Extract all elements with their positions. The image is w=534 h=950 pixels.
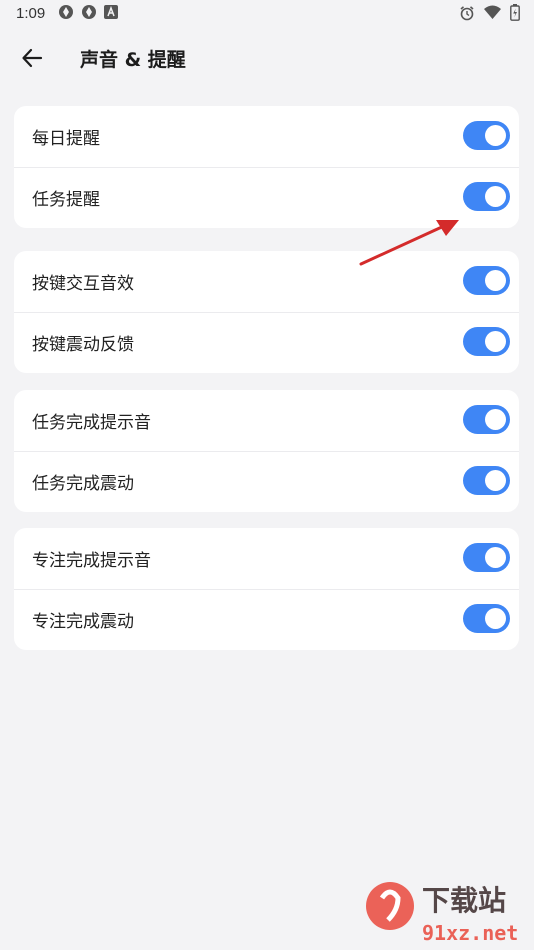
setting-label: 任务提醒	[32, 190, 100, 210]
back-button[interactable]	[16, 42, 48, 74]
setting-row-task-complete-sound[interactable]: 任务完成提示音	[14, 390, 519, 451]
setting-label: 专注完成震动	[32, 612, 134, 632]
toggle-knob	[485, 608, 506, 629]
setting-label: 每日提醒	[32, 129, 100, 149]
key-vibration-toggle[interactable]	[463, 327, 510, 356]
setting-row-focus-complete-vibration[interactable]: 专注完成震动	[14, 589, 519, 650]
app-header: 声音 & 提醒	[0, 28, 534, 90]
annotation-arrow	[359, 220, 459, 266]
setting-label: 任务完成提示音	[32, 413, 151, 433]
watermark-logo: 下载站 91xz.net	[366, 882, 518, 945]
setting-label: 专注完成提示音	[32, 551, 151, 571]
alarm-icon	[460, 5, 474, 20]
settings-group-reminders: 每日提醒 任务提醒	[14, 106, 519, 228]
task-reminder-toggle[interactable]	[463, 182, 510, 211]
page-title: 声音 & 提醒	[80, 49, 186, 71]
task-complete-sound-toggle[interactable]	[463, 405, 510, 434]
toggle-knob	[485, 547, 506, 568]
settings-group-task-complete: 任务完成提示音 任务完成震动	[14, 390, 519, 512]
battery-icon	[510, 4, 520, 21]
arrow-left-icon	[22, 48, 43, 68]
daily-reminder-toggle[interactable]	[463, 121, 510, 150]
setting-row-task-complete-vibration[interactable]: 任务完成震动	[14, 451, 519, 512]
toggle-knob	[485, 186, 506, 207]
setting-row-daily-reminder[interactable]: 每日提醒	[14, 106, 519, 167]
aperture-icon	[59, 5, 73, 19]
focus-complete-sound-toggle[interactable]	[463, 543, 510, 572]
aperture-icon	[82, 5, 96, 19]
settings-group-focus-complete: 专注完成提示音 专注完成震动	[14, 528, 519, 650]
toggle-knob	[485, 270, 506, 291]
setting-label: 任务完成震动	[32, 474, 134, 494]
status-bar: 1:09	[0, 0, 534, 28]
setting-label: 按键震动反馈	[32, 335, 134, 355]
setting-row-focus-complete-sound[interactable]: 专注完成提示音	[14, 528, 519, 589]
watermark-site: 91xz.net	[422, 921, 518, 945]
toggle-knob	[485, 409, 506, 430]
toggle-knob	[485, 470, 506, 491]
setting-label: 按键交互音效	[32, 274, 134, 294]
font-a-icon	[104, 5, 118, 19]
key-sound-toggle[interactable]	[463, 266, 510, 295]
toggle-knob	[485, 331, 506, 352]
watermark-brand: 下载站	[422, 884, 506, 917]
setting-row-key-vibration[interactable]: 按键震动反馈	[14, 312, 519, 373]
task-complete-vibration-toggle[interactable]	[463, 466, 510, 495]
toggle-knob	[485, 125, 506, 146]
status-time: 1:09	[16, 5, 46, 22]
wifi-icon	[484, 5, 501, 19]
focus-complete-vibration-toggle[interactable]	[463, 604, 510, 633]
